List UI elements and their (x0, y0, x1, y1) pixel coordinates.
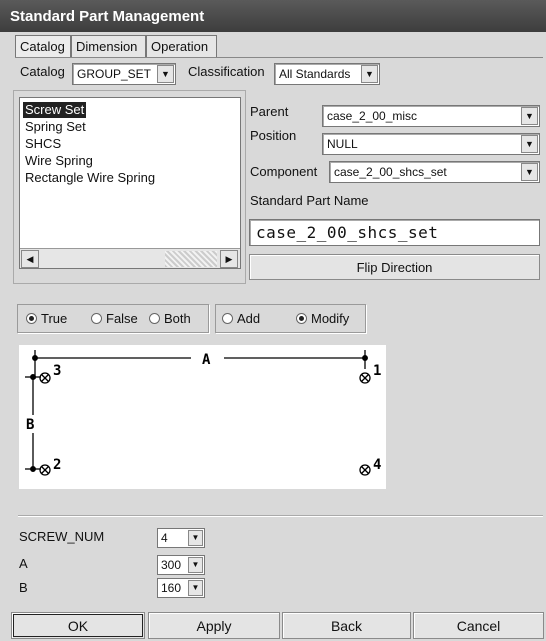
chevron-down-icon[interactable]: ▼ (521, 163, 538, 181)
cancel-button[interactable]: Cancel (413, 612, 544, 639)
tab-underline (15, 57, 543, 58)
position-select-value: NULL (327, 137, 358, 151)
position-label: Position (250, 128, 297, 143)
divider (18, 515, 543, 517)
position-select[interactable]: NULL ▼ (322, 133, 540, 155)
radio-true[interactable]: True (26, 311, 67, 327)
dim-a-label: A (202, 352, 211, 368)
parent-label: Parent (250, 104, 289, 119)
screw-marker-1 (359, 372, 371, 384)
component-select-value: case_2_00_shcs_set (334, 165, 447, 179)
list-item[interactable]: Wire Spring (23, 153, 95, 169)
horizontal-scrollbar[interactable]: ◀ ▶ (20, 248, 240, 268)
back-button[interactable]: Back (282, 612, 411, 639)
param-name-screw-num: SCREW_NUM (19, 529, 105, 544)
radio-both-label: Both (164, 311, 191, 326)
radio-dot-icon[interactable] (296, 313, 307, 324)
radio-false-label: False (106, 311, 138, 326)
list-item[interactable]: SHCS (23, 136, 63, 152)
chevron-down-icon[interactable]: ▼ (521, 135, 538, 153)
ok-button[interactable]: OK (11, 612, 145, 639)
param-name-b: B (19, 580, 28, 595)
tab-dimension[interactable]: Dimension (71, 35, 146, 57)
radio-dot-icon[interactable] (26, 313, 37, 324)
screw-marker-3 (39, 372, 51, 384)
chevron-down-icon[interactable]: ▼ (188, 580, 203, 596)
list-item[interactable]: Spring Set (23, 119, 88, 135)
apply-button[interactable]: Apply (148, 612, 280, 639)
radio-add[interactable]: Add (222, 311, 260, 327)
chevron-down-icon[interactable]: ▼ (361, 65, 378, 83)
scroll-thumb[interactable] (165, 251, 217, 267)
part-list[interactable]: Screw Set Spring Set SHCS Wire Spring Re… (19, 97, 241, 269)
param-value-b: 160 (161, 581, 182, 595)
screw-marker-2 (39, 464, 51, 476)
point-2-label: 2 (53, 457, 61, 473)
param-select-a[interactable]: 300 ▼ (157, 555, 205, 575)
chevron-down-icon[interactable]: ▼ (521, 107, 538, 125)
dim-b-label: B (26, 417, 34, 433)
standard-part-name-label: Standard Part Name (250, 193, 369, 208)
radio-modify-label: Modify (311, 311, 350, 326)
radio-dot-icon[interactable] (91, 313, 102, 324)
chevron-down-icon[interactable]: ▼ (188, 530, 203, 546)
param-select-b[interactable]: 160 ▼ (157, 578, 205, 598)
list-item[interactable]: Rectangle Wire Spring (23, 170, 157, 186)
catalog-label: Catalog (20, 64, 65, 79)
catalog-select[interactable]: GROUP_SET ▼ (72, 63, 176, 85)
parent-select-value: case_2_00_misc (327, 109, 418, 123)
screw-layout-drawing: A B 3 1 2 4 (25, 350, 381, 476)
chevron-down-icon[interactable]: ▼ (157, 65, 174, 83)
screw-layout-diagram: A B 3 1 2 4 (19, 345, 386, 489)
point-1-label: 1 (373, 363, 381, 379)
chevron-down-icon[interactable]: ▼ (188, 557, 203, 573)
radio-both[interactable]: Both (149, 311, 191, 327)
radio-modify[interactable]: Modify (296, 311, 349, 327)
screw-marker-4 (359, 464, 371, 476)
list-item[interactable]: Screw Set (23, 102, 87, 118)
catalog-select-value: GROUP_SET (77, 67, 152, 81)
scroll-left-icon[interactable]: ◀ (21, 250, 39, 268)
classification-select-value: All Standards (279, 67, 351, 81)
window-title: Standard Part Management (0, 0, 546, 32)
component-select[interactable]: case_2_00_shcs_set ▼ (329, 161, 540, 183)
point-4-label: 4 (373, 457, 381, 473)
scroll-right-icon[interactable]: ▶ (220, 250, 238, 268)
parent-select[interactable]: case_2_00_misc ▼ (322, 105, 540, 127)
param-value-a: 300 (161, 558, 182, 572)
param-select-screw-num[interactable]: 4 ▼ (157, 528, 205, 548)
classification-select[interactable]: All Standards ▼ (274, 63, 380, 85)
classification-label: Classification (188, 64, 265, 79)
param-value-screw-num: 4 (161, 531, 168, 545)
radio-true-label: True (41, 311, 68, 326)
component-label: Component (250, 164, 318, 179)
radio-dot-icon[interactable] (222, 313, 233, 324)
param-name-a: A (19, 556, 28, 571)
flip-direction-button[interactable]: Flip Direction (249, 254, 540, 280)
tab-operation[interactable]: Operation (146, 35, 217, 57)
tab-catalog[interactable]: Catalog (15, 35, 71, 57)
radio-add-label: Add (237, 311, 261, 326)
standard-part-name-input[interactable]: case_2_00_shcs_set (249, 219, 540, 246)
radio-false[interactable]: False (91, 311, 138, 327)
radio-dot-icon[interactable] (149, 313, 160, 324)
point-3-label: 3 (53, 363, 61, 379)
